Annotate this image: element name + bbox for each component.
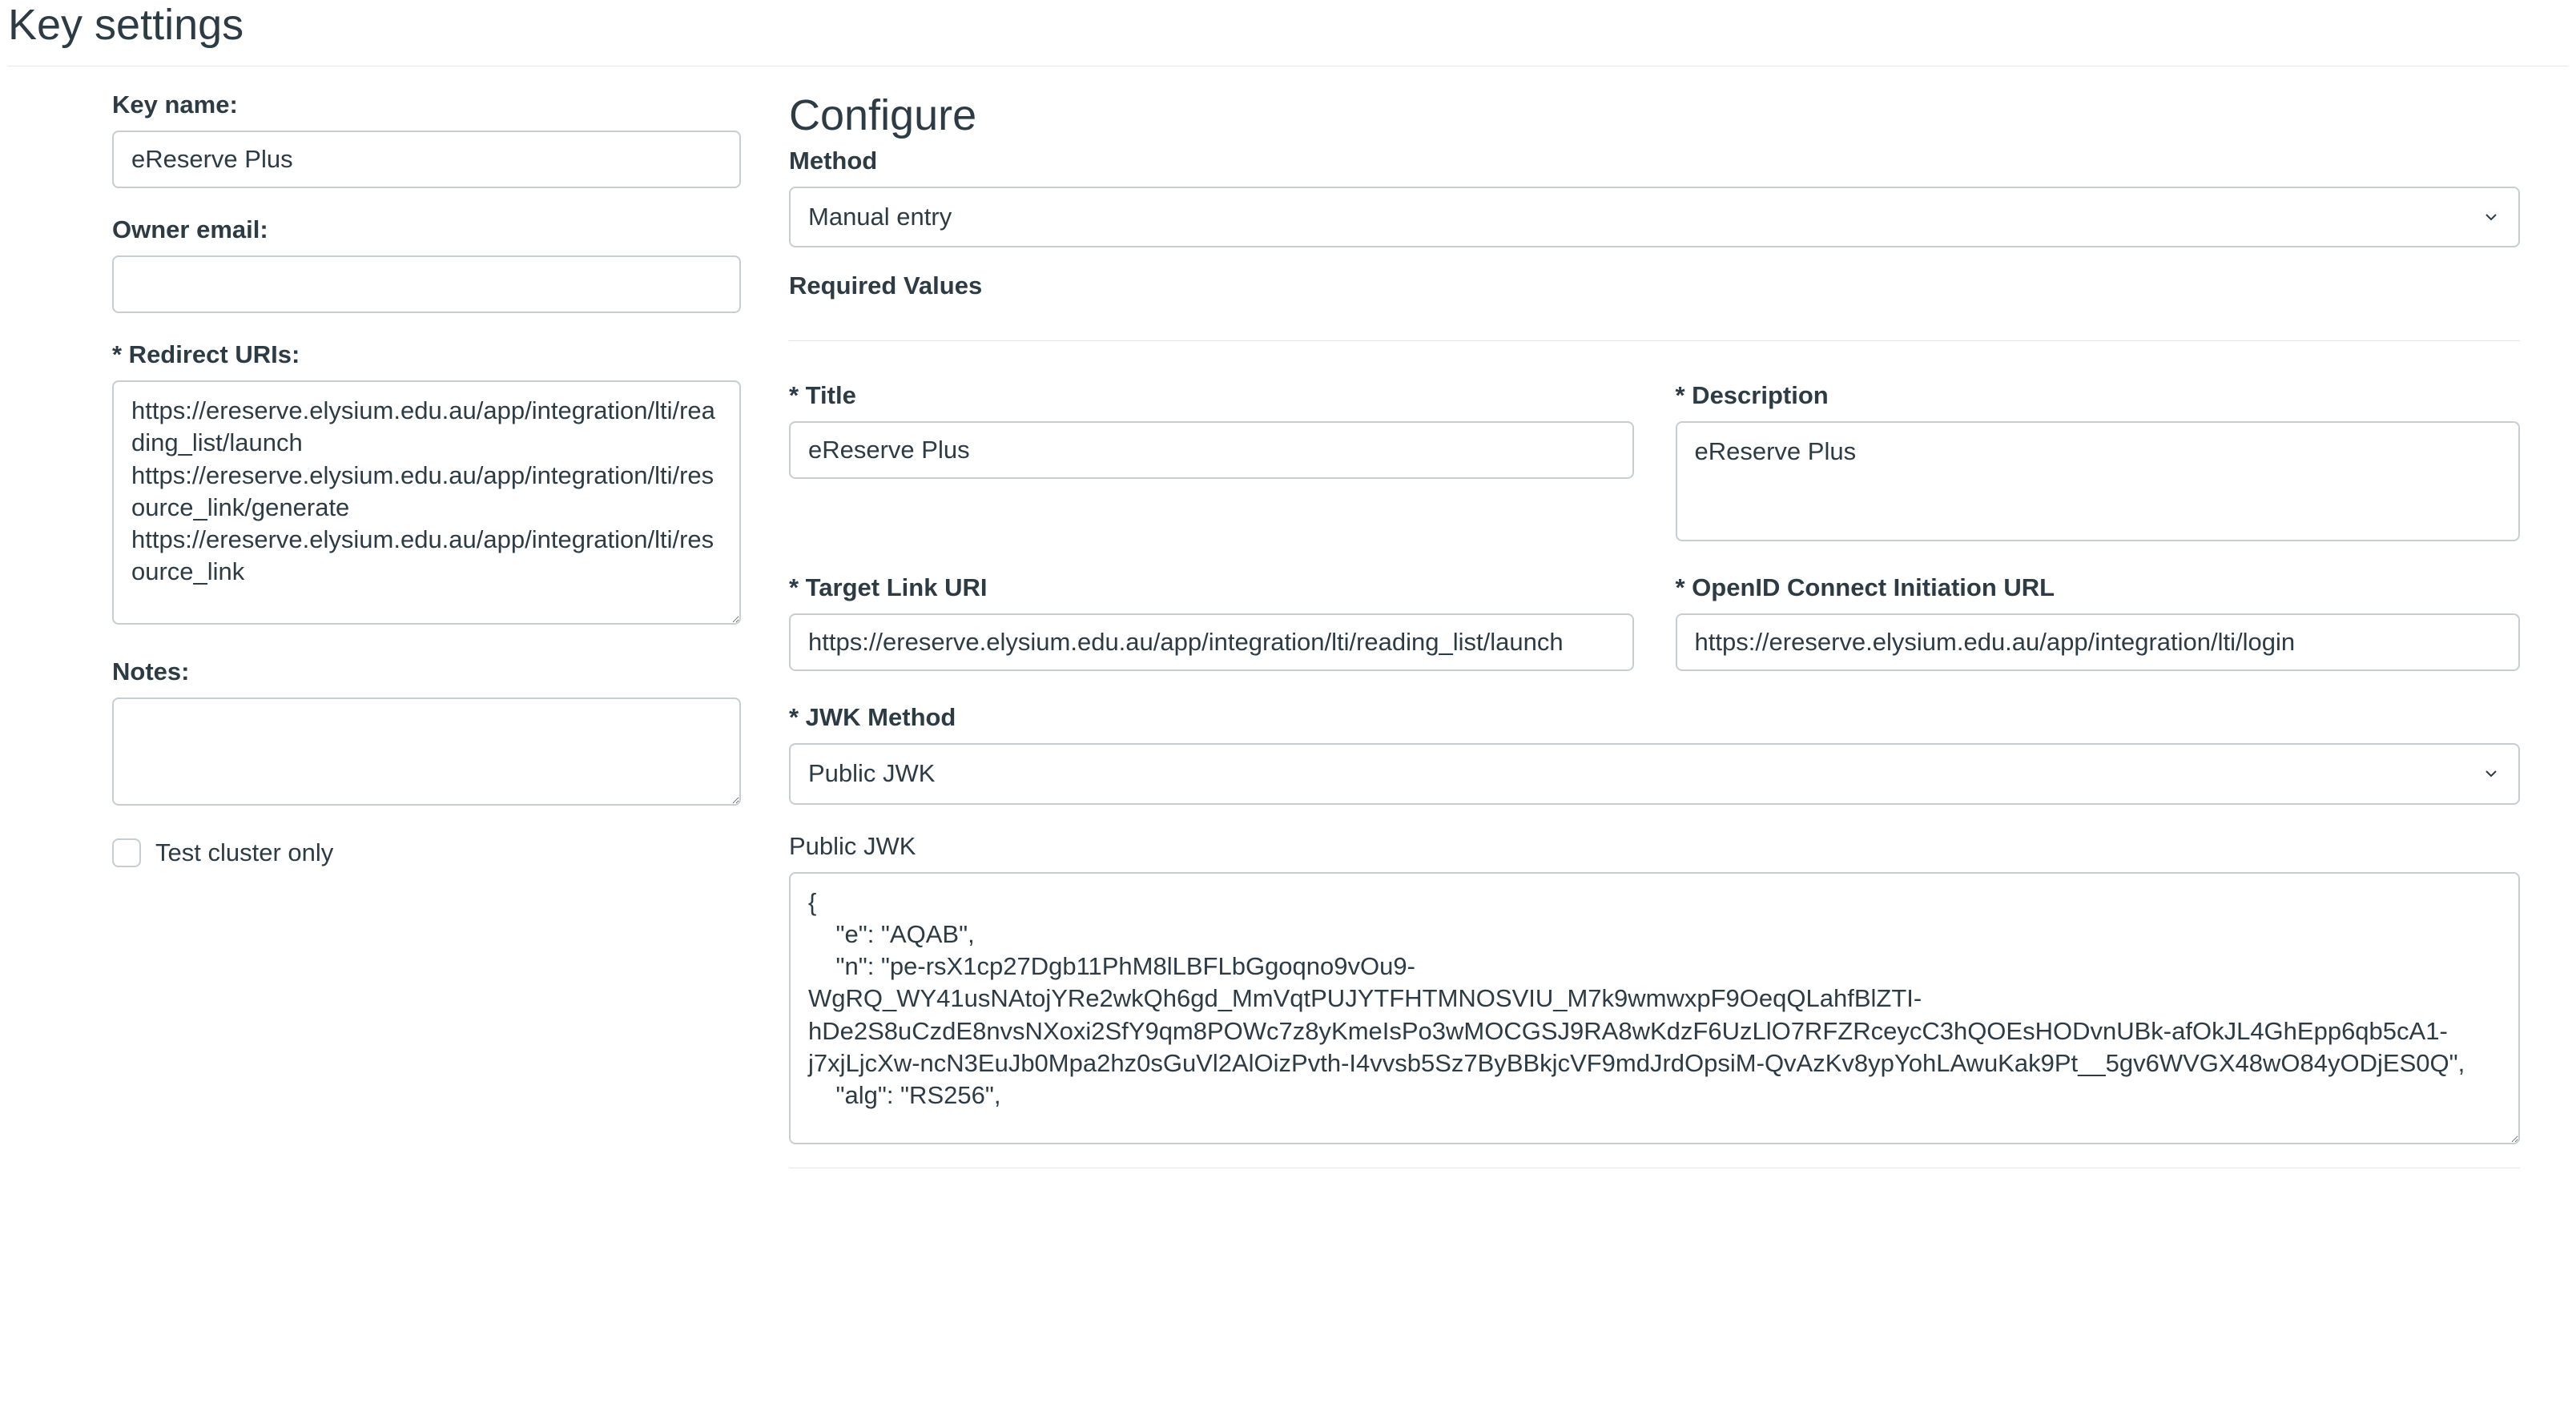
test-cluster-checkbox-row[interactable]: Test cluster only xyxy=(112,838,741,867)
configure-title: Configure xyxy=(789,90,2520,140)
notes-label: Notes: xyxy=(112,657,741,686)
title-label: * Title xyxy=(789,381,1634,410)
key-name-label: Key name: xyxy=(112,90,741,119)
chevron-down-icon xyxy=(2481,764,2501,783)
jwk-method-label: * JWK Method xyxy=(789,703,2520,732)
owner-email-label: Owner email: xyxy=(112,215,741,244)
openid-init-url-input[interactable] xyxy=(1676,613,2521,671)
jwk-method-select[interactable]: Public JWK xyxy=(789,743,2520,804)
test-cluster-checkbox[interactable] xyxy=(112,838,141,867)
method-select-value: Manual entry xyxy=(808,201,952,233)
test-cluster-label: Test cluster only xyxy=(155,838,333,867)
openid-init-url-label: * OpenID Connect Initiation URL xyxy=(1676,573,2521,602)
required-values-heading: Required Values xyxy=(789,271,2520,341)
method-label: Method xyxy=(789,147,2520,175)
method-select[interactable]: Manual entry xyxy=(789,187,2520,247)
public-jwk-label: Public JWK xyxy=(789,832,2520,861)
target-link-uri-input[interactable] xyxy=(789,613,1634,671)
chevron-down-icon xyxy=(2481,207,2501,227)
title-input[interactable] xyxy=(789,421,1634,479)
redirect-uris-textarea[interactable] xyxy=(112,380,741,625)
key-name-input[interactable] xyxy=(112,131,741,188)
notes-textarea[interactable] xyxy=(112,697,741,806)
description-label: * Description xyxy=(1676,381,2521,410)
description-textarea[interactable] xyxy=(1676,421,2521,541)
target-link-uri-label: * Target Link URI xyxy=(789,573,1634,602)
page-title: Key settings xyxy=(8,0,2568,50)
jwk-method-select-value: Public JWK xyxy=(808,758,935,790)
redirect-uris-label: * Redirect URIs: xyxy=(112,340,741,369)
public-jwk-textarea[interactable] xyxy=(789,872,2520,1144)
owner-email-input[interactable] xyxy=(112,255,741,313)
